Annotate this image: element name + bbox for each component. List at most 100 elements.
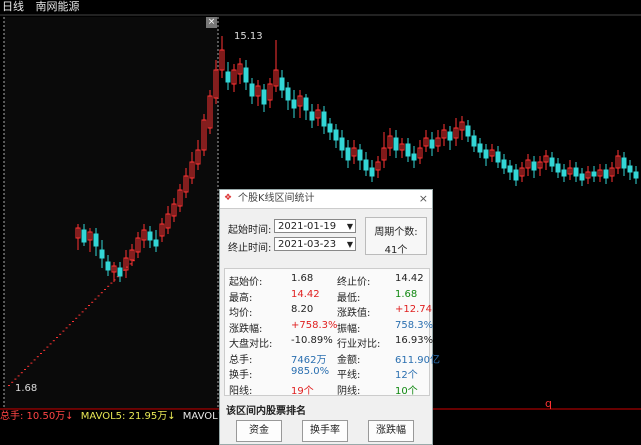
limit-up-tick	[33, 359, 36, 361]
dialog-titlebar[interactable]: ❖ 个股K线区间统计 ×	[220, 190, 432, 209]
candle-body	[513, 169, 519, 181]
stats-panel: 起始价: 1.68 终止价: 14.42 最高: 14.42 最低: 1.68 均价: 8.20 涨…	[224, 268, 440, 397]
stat-label: 振幅:	[337, 323, 361, 335]
limit-up-tick	[30, 362, 33, 364]
period-count-label: 周期个数:	[374, 227, 418, 238]
candle-body	[447, 131, 453, 141]
rank-by-funds-button[interactable]: 资金	[236, 420, 282, 442]
candle-body	[279, 77, 285, 91]
start-time-select[interactable]: 2021-01-19 ▼	[274, 219, 356, 233]
stat-label: 大盘对比:	[229, 339, 273, 350]
period-label[interactable]: 日线	[2, 0, 24, 13]
limit-up-tick	[75, 317, 78, 319]
candle-body	[573, 167, 579, 177]
stat-label: 阴线:	[337, 385, 361, 397]
stat-label: 金额:	[337, 354, 361, 366]
candle-body	[321, 111, 327, 127]
candle-body	[633, 171, 639, 179]
candle-body	[357, 149, 363, 161]
end-time-value: 2021-03-23	[278, 239, 337, 250]
limit-up-tick	[14, 378, 17, 380]
candle-body	[345, 147, 351, 161]
stat-label: 涨跌值:	[337, 308, 371, 319]
candle-body	[621, 157, 627, 169]
candle-body	[531, 161, 537, 171]
limit-up-tick	[107, 285, 110, 287]
stat-value: 611.90亿	[395, 354, 440, 366]
candle-body	[93, 233, 99, 247]
limit-up-tick	[94, 298, 97, 300]
candle-body	[477, 143, 483, 153]
candle-body	[333, 129, 339, 141]
mavol5: MAVOL5: 21.95万↓	[80, 411, 176, 422]
stat-value: 985.0%	[291, 366, 330, 377]
limit-up-tick	[100, 292, 103, 294]
candle-body	[117, 267, 123, 277]
candle-body	[579, 173, 585, 181]
chevron-down-icon: ▼	[346, 240, 353, 249]
candle-body	[591, 171, 597, 177]
limit-up-tick	[49, 343, 52, 345]
limit-up-tick	[84, 308, 87, 310]
limit-up-tick	[24, 369, 26, 370]
stock-name: 南网能源	[35, 0, 80, 13]
candle-body	[285, 87, 291, 101]
interval-stats-dialog: ❖ 个股K线区间统计 × 起始时间: 2021-01-19 ▼ 终止时间: 20…	[219, 189, 440, 445]
limit-up-tick	[78, 314, 81, 316]
stat-label: 最低:	[337, 292, 361, 304]
ranking-section-title: 该区间内股票排名	[226, 406, 306, 417]
stat-value: 7462万	[291, 354, 327, 366]
candle-body	[243, 67, 249, 83]
period-count-box: 周期个数: 41个	[365, 217, 427, 256]
stat-label: 涨跌幅:	[229, 323, 263, 335]
limit-up-tick	[97, 295, 100, 297]
candle-body	[561, 169, 567, 177]
dialog-title: 个股K线区间统计	[238, 193, 315, 204]
stat-value: 14.42	[395, 273, 424, 284]
chart-header: 日线 南网能源	[0, 0, 88, 14]
candle-body	[225, 71, 231, 83]
candle-body	[549, 157, 555, 167]
rank-by-turnover-button[interactable]: 换手率	[302, 420, 348, 442]
volume-total: 总手: 10.50万↓	[0, 411, 74, 422]
limit-up-tick	[52, 340, 55, 342]
chevron-down-icon: ▼	[346, 222, 353, 231]
limit-up-tick	[17, 375, 20, 377]
candle-body	[627, 165, 633, 173]
stat-value: +758.3%	[291, 319, 338, 331]
limit-up-tick	[27, 365, 30, 367]
limit-up-tick	[91, 301, 94, 303]
rank-by-change-button[interactable]: 涨跌幅	[368, 420, 414, 442]
candle-body	[99, 249, 105, 259]
stat-label: 换手:	[229, 370, 253, 381]
candle-body	[555, 163, 561, 173]
candle-body	[429, 139, 435, 149]
stat-value: 12个	[395, 370, 418, 381]
limit-up-tick	[46, 346, 49, 348]
candle-body	[261, 89, 267, 105]
close-icon[interactable]: ×	[206, 17, 217, 28]
candle-body	[471, 135, 477, 147]
stat-label: 终止价:	[337, 277, 371, 288]
candle-body	[501, 159, 507, 169]
period-count-value: 41个	[384, 245, 408, 256]
candle-body	[369, 167, 375, 177]
end-time-select[interactable]: 2021-03-23 ▼	[274, 237, 356, 251]
candle-body	[147, 231, 153, 241]
end-time-label: 终止时间:	[228, 243, 272, 254]
stat-label: 总手:	[229, 354, 253, 366]
stat-value: 1.68	[395, 288, 418, 300]
dialog-close-icon[interactable]: ×	[419, 190, 428, 208]
candle-body	[81, 229, 87, 243]
stat-label: 阳线:	[229, 385, 253, 397]
limit-up-tick	[81, 311, 84, 313]
candle-body	[483, 149, 489, 159]
app-icon: ❖	[224, 193, 233, 203]
limit-up-tick	[88, 305, 90, 306]
stat-value: 10个	[395, 385, 418, 397]
limit-up-tick	[72, 321, 74, 322]
stat-value: 19个	[291, 385, 314, 397]
limit-up-tick	[20, 372, 23, 374]
stat-value: 16.93%	[395, 335, 434, 346]
limit-up-tick	[110, 282, 113, 284]
